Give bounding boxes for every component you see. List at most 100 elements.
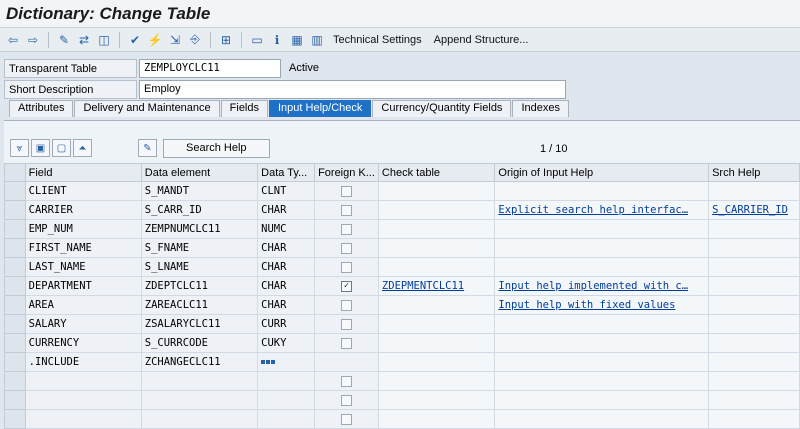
table-row[interactable]: AREA ZAREACLC11 CHAR Input help with fixed … <box>4 295 800 315</box>
column-header-data-element[interactable]: Data element <box>140 163 259 182</box>
data-type-cell: CHAR <box>257 257 316 277</box>
table-header-fields: Transparent Table ZEMPLOYCLC11 Active Sh… <box>0 52 800 117</box>
search-help-cell <box>708 333 800 353</box>
field-name-cell: EMP_NUM <box>24 219 142 239</box>
table-row[interactable]: EMP_NUM ZEMPNUMCLC11 NUMC <box>4 219 800 239</box>
row-selector[interactable] <box>4 181 26 201</box>
field-name-cell <box>24 371 142 391</box>
row-selector[interactable] <box>4 352 26 372</box>
foreign-key-checkbox[interactable] <box>340 337 352 349</box>
navigate-icon[interactable]: ⎆ <box>186 31 204 49</box>
columns-icon[interactable]: ▥ <box>308 31 326 49</box>
select-all-icon[interactable]: ▣ <box>31 139 50 157</box>
foreign-key-checkbox[interactable]: ✓ <box>340 280 352 292</box>
append-structure-button[interactable]: Append Structure... <box>429 34 534 46</box>
data-type-cell: CHAR <box>257 200 316 220</box>
tab-currency-quantity-fields[interactable]: Currency/Quantity Fields <box>372 100 512 117</box>
row-selector[interactable] <box>4 219 26 239</box>
table-row[interactable]: .INCLUDE ZCHANGECLC11 <box>4 352 800 372</box>
check-table-cell[interactable]: ZDEPMENTCLC11 <box>377 276 496 296</box>
column-header-origin-input-help[interactable]: Origin of Input Help <box>494 163 710 182</box>
column-header-foreign-key[interactable]: Foreign K... <box>314 163 379 182</box>
include-structure-icon <box>261 360 276 364</box>
check-table-cell <box>377 295 496 315</box>
row-selector[interactable] <box>4 314 26 334</box>
search-help-edit-icon[interactable]: ✎ <box>138 139 157 157</box>
active-inactive-icon[interactable]: ⇄ <box>75 31 93 49</box>
column-header-field[interactable]: Field <box>24 163 142 182</box>
table-name-field[interactable]: ZEMPLOYCLC11 <box>139 58 281 78</box>
foreign-key-checkbox[interactable] <box>340 413 352 425</box>
check-table-cell <box>377 257 496 277</box>
search-help-cell[interactable]: S_CARRIER_ID <box>708 200 800 220</box>
foreign-key-checkbox[interactable] <box>340 223 352 235</box>
table-row[interactable]: DEPARTMENT ZDEPTCLC11 CHAR ✓ ZDEPMENTCLC11 In… <box>4 276 800 296</box>
field-name-cell: FIRST_NAME <box>24 238 142 258</box>
search-help-cell <box>708 314 800 334</box>
technical-settings-button[interactable]: Technical Settings <box>328 34 427 46</box>
foreign-key-checkbox[interactable] <box>340 299 352 311</box>
foreign-key-checkbox[interactable] <box>340 318 352 330</box>
table-row[interactable] <box>4 409 800 429</box>
field-name-cell: DEPARTMENT <box>24 276 142 296</box>
table-row[interactable]: CLIENT S_MANDT CLNT <box>4 181 800 201</box>
forward-icon[interactable]: ⇨ <box>24 31 42 49</box>
check-icon[interactable]: ✔ <box>126 31 144 49</box>
tab-indexes[interactable]: Indexes <box>512 100 569 117</box>
row-selector[interactable] <box>4 200 26 220</box>
where-used-icon[interactable]: ⇲ <box>166 31 184 49</box>
info-icon[interactable]: ℹ <box>268 31 286 49</box>
display-change-icon[interactable]: ✎ <box>55 31 73 49</box>
table-row[interactable]: CURRENCY S_CURRCODE CUKY <box>4 333 800 353</box>
table-row[interactable]: CARRIER S_CARR_ID CHAR Explicit search help… <box>4 200 800 220</box>
field-name-cell: AREA <box>24 295 142 315</box>
filter-down-icon[interactable]: ⩔ <box>10 139 29 157</box>
contents-icon[interactable]: ▦ <box>288 31 306 49</box>
layout-icon[interactable]: ▭ <box>248 31 266 49</box>
scroll-up-icon[interactable]: ⏶ <box>73 139 92 157</box>
field-name-cell: LAST_NAME <box>24 257 142 277</box>
search-help-cell <box>708 238 800 258</box>
foreign-key-checkbox[interactable] <box>340 394 352 406</box>
column-header-search-help[interactable]: Srch Help <box>708 163 800 182</box>
field-name-cell: SALARY <box>24 314 142 334</box>
table-row[interactable] <box>4 371 800 391</box>
table-row[interactable]: SALARY ZSALARYCLC11 CURR <box>4 314 800 334</box>
search-help-button[interactable]: Search Help <box>163 138 270 158</box>
origin-input-help-cell[interactable]: Input help implemented with c… <box>494 276 710 296</box>
row-selector[interactable] <box>4 276 26 296</box>
foreign-key-checkbox[interactable] <box>340 242 352 254</box>
hierarchy-icon[interactable]: ⊞ <box>217 31 235 49</box>
foreign-key-checkbox[interactable] <box>340 261 352 273</box>
row-selector[interactable] <box>4 295 26 315</box>
origin-input-help-cell[interactable]: Explicit search help interfac… <box>494 200 710 220</box>
back-icon[interactable]: ⇦ <box>4 31 22 49</box>
row-selector[interactable] <box>4 238 26 258</box>
table-row[interactable]: FIRST_NAME S_FNAME CHAR <box>4 238 800 258</box>
data-type-cell: NUMC <box>257 219 316 239</box>
tab-attributes[interactable]: Attributes <box>9 100 74 117</box>
data-type-cell: CHAR <box>257 276 316 296</box>
row-selector[interactable] <box>4 257 26 277</box>
other-object-icon[interactable]: ◫ <box>95 31 113 49</box>
row-selector[interactable] <box>4 333 26 353</box>
search-help-cell <box>708 181 800 201</box>
tab-delivery-and-maintenance[interactable]: Delivery and Maintenance <box>74 100 220 117</box>
foreign-key-checkbox[interactable] <box>340 185 352 197</box>
short-description-label: Short Description <box>4 79 137 99</box>
deselect-all-icon[interactable]: ▢ <box>52 139 71 157</box>
activate-icon[interactable]: ⚡ <box>146 31 164 49</box>
row-selector[interactable] <box>4 371 26 391</box>
column-header-check-table[interactable]: Check table <box>377 163 496 182</box>
column-header-data-type[interactable]: Data Ty... <box>257 163 316 182</box>
foreign-key-checkbox[interactable] <box>340 375 352 387</box>
search-help-cell <box>708 276 800 296</box>
table-row[interactable]: LAST_NAME S_LNAME CHAR <box>4 257 800 277</box>
short-description-field[interactable]: Employ <box>139 79 566 99</box>
origin-input-help-cell[interactable]: Input help with fixed values <box>494 295 710 315</box>
row-selector-header[interactable] <box>4 163 26 182</box>
tab-fields[interactable]: Fields <box>220 100 268 117</box>
tab-input-help-check[interactable]: Input Help/Check <box>269 100 372 117</box>
foreign-key-checkbox[interactable] <box>340 204 352 216</box>
row-selector[interactable] <box>4 409 26 429</box>
